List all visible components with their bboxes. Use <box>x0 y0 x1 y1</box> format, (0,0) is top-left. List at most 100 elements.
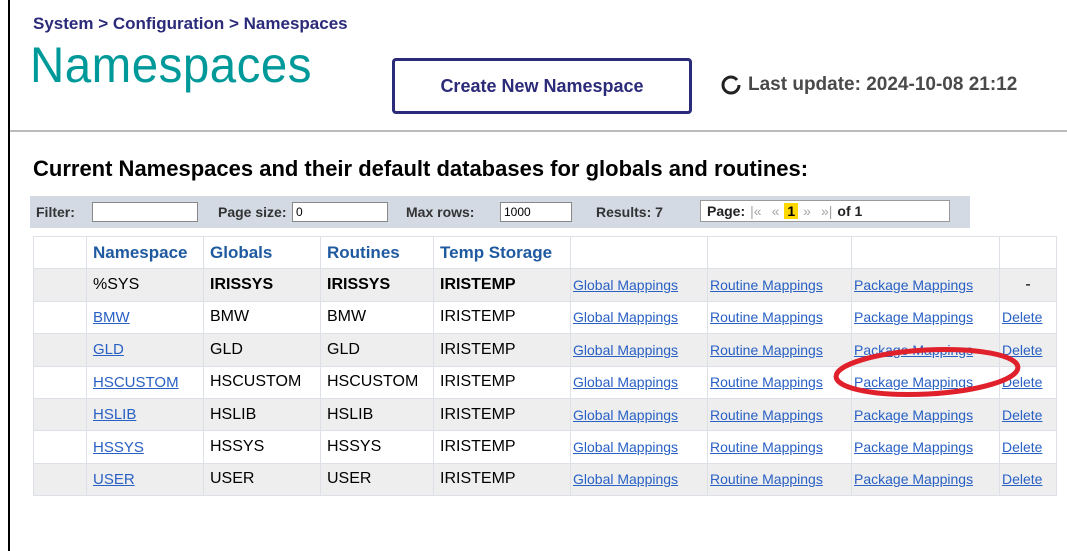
package-mappings-cell: Package Mappings <box>851 300 1000 335</box>
routines-db: GLD <box>320 333 434 367</box>
page-size-label: Page size: <box>218 204 287 220</box>
global-mappings-cell: Global Mappings <box>570 300 708 335</box>
temp-storage-db: IRISTEMP <box>433 430 571 464</box>
routine-mappings-cell: Routine Mappings <box>707 462 852 497</box>
global-mappings-link[interactable]: Global Mappings <box>573 407 678 423</box>
routine-mappings-link[interactable]: Routine Mappings <box>710 309 823 325</box>
temp-storage-db: IRISTEMP <box>433 462 571 497</box>
namespace-link[interactable]: HSSYS <box>93 439 144 456</box>
package-mappings-cell: Package Mappings <box>851 462 1000 497</box>
routines-db: HSSYS <box>320 430 434 464</box>
delete-link[interactable]: Delete <box>1002 374 1042 390</box>
table-row: HSSYS HSSYS HSSYS IRISTEMP Global Mappin… <box>33 430 1057 464</box>
routines-db: IRISSYS <box>320 268 434 302</box>
package-mappings-link[interactable]: Package Mappings <box>854 342 973 358</box>
temp-storage-db: IRISTEMP <box>433 333 571 367</box>
package-mappings-cell: Package Mappings <box>851 268 1000 302</box>
global-mappings-link[interactable]: Global Mappings <box>573 439 678 455</box>
delete-link[interactable]: Delete <box>1002 342 1042 358</box>
routine-mappings-link[interactable]: Routine Mappings <box>710 439 823 455</box>
routine-mappings-cell: Routine Mappings <box>707 268 852 302</box>
row-selector <box>33 300 87 335</box>
divider <box>10 130 1067 132</box>
delete-link[interactable]: Delete <box>1002 407 1042 423</box>
delete-link[interactable]: Delete <box>1002 439 1042 455</box>
routine-mappings-link[interactable]: Routine Mappings <box>710 277 823 293</box>
column-header-routines[interactable]: Routines <box>320 235 434 270</box>
prev-page-button[interactable]: « <box>772 203 780 219</box>
global-mappings-link[interactable]: Global Mappings <box>573 342 678 358</box>
table-row: USER USER USER IRISTEMP Global Mappings … <box>33 462 1057 497</box>
namespace-link[interactable]: GLD <box>93 341 124 358</box>
filter-input[interactable] <box>92 202 198 222</box>
routines-db: BMW <box>320 300 434 335</box>
temp-storage-db: IRISTEMP <box>433 300 571 335</box>
temp-storage-db: IRISTEMP <box>433 397 571 432</box>
first-page-button[interactable]: |« <box>750 203 761 219</box>
package-mappings-cell: Package Mappings <box>851 397 1000 432</box>
routine-mappings-cell: Routine Mappings <box>707 430 852 464</box>
filter-label: Filter: <box>36 204 75 220</box>
column-header-namespace[interactable]: Namespace <box>86 235 204 270</box>
package-mappings-cell: Package Mappings <box>851 430 1000 464</box>
global-mappings-link[interactable]: Global Mappings <box>573 374 678 390</box>
package-mappings-link[interactable]: Package Mappings <box>854 471 973 487</box>
table-caption: Current Namespaces and their default dat… <box>33 156 809 181</box>
routine-mappings-link[interactable]: Routine Mappings <box>710 374 823 390</box>
globals-db: GLD <box>203 333 321 367</box>
globals-db: USER <box>203 462 321 497</box>
temp-storage-db: IRISTEMP <box>433 365 571 399</box>
max-rows-label: Max rows: <box>406 204 475 220</box>
create-namespace-button[interactable]: Create New Namespace <box>392 58 692 114</box>
routine-mappings-link[interactable]: Routine Mappings <box>710 342 823 358</box>
max-rows-input[interactable] <box>500 202 572 222</box>
results-count: Results: 7 <box>596 204 663 220</box>
global-mappings-link[interactable]: Global Mappings <box>573 309 678 325</box>
routines-db: HSLIB <box>320 397 434 432</box>
row-selector <box>33 430 87 464</box>
table-row: BMW BMW BMW IRISTEMP Global Mappings Rou… <box>33 300 1057 335</box>
global-mappings-cell: Global Mappings <box>570 397 708 432</box>
package-mappings-link[interactable]: Package Mappings <box>854 407 973 423</box>
delete-cell: Delete <box>999 397 1057 432</box>
pager: Page: |« « 1 » »| of 1 <box>700 200 950 222</box>
namespace-link[interactable]: BMW <box>93 309 130 326</box>
global-mappings-link[interactable]: Global Mappings <box>573 277 678 293</box>
page-title: Namespaces <box>30 37 312 93</box>
last-page-button[interactable]: »| <box>821 203 832 219</box>
namespace-cell: USER <box>86 462 204 497</box>
globals-db: HSCUSTOM <box>203 365 321 399</box>
column-header-temp-storage[interactable]: Temp Storage <box>433 235 571 270</box>
package-mappings-link[interactable]: Package Mappings <box>854 309 973 325</box>
last-update-text: Last update: 2024-10-08 21:12 <box>748 74 1018 95</box>
namespace-link[interactable]: USER <box>93 471 135 488</box>
namespace-link[interactable]: HSLIB <box>93 406 136 423</box>
routine-mappings-link[interactable]: Routine Mappings <box>710 407 823 423</box>
package-mappings-link[interactable]: Package Mappings <box>854 374 973 390</box>
next-page-button[interactable]: » <box>803 203 811 219</box>
column-header-globals[interactable]: Globals <box>203 235 321 270</box>
delete-cell: Delete <box>999 365 1057 399</box>
globals-db: HSLIB <box>203 397 321 432</box>
delete-link[interactable]: Delete <box>1002 309 1042 325</box>
package-mappings-link[interactable]: Package Mappings <box>854 439 973 455</box>
delete-cell: Delete <box>999 333 1057 367</box>
current-page[interactable]: 1 <box>784 203 799 219</box>
row-selector-header <box>33 235 87 270</box>
page-size-input[interactable] <box>292 202 388 222</box>
refresh-icon[interactable] <box>720 74 742 96</box>
global-mappings-cell: Global Mappings <box>570 462 708 497</box>
row-selector <box>33 397 87 432</box>
routine-mappings-link[interactable]: Routine Mappings <box>710 471 823 487</box>
namespace-link[interactable]: HSCUSTOM <box>93 374 179 391</box>
package-mappings-cell: Package Mappings <box>851 333 1000 367</box>
breadcrumb[interactable]: System > Configuration > Namespaces <box>33 14 348 34</box>
routine-mappings-cell: Routine Mappings <box>707 300 852 335</box>
delete-link[interactable]: Delete <box>1002 471 1042 487</box>
column-header-global-mappings <box>570 235 708 270</box>
package-mappings-link[interactable]: Package Mappings <box>854 277 973 293</box>
column-header-delete <box>999 235 1057 270</box>
global-mappings-cell: Global Mappings <box>570 333 708 367</box>
row-selector <box>33 268 87 302</box>
global-mappings-link[interactable]: Global Mappings <box>573 471 678 487</box>
